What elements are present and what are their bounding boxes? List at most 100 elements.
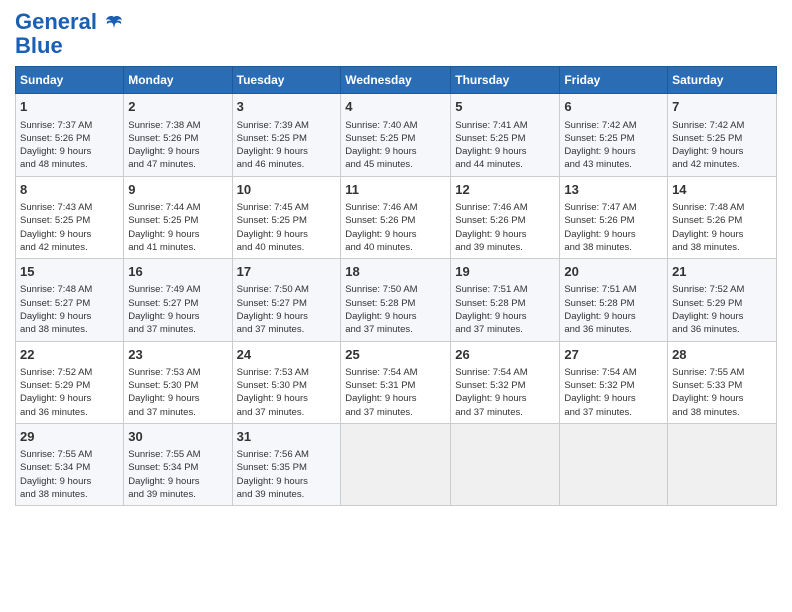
calendar-cell: 3Sunrise: 7:39 AMSunset: 5:25 PMDaylight… <box>232 94 341 176</box>
calendar-cell <box>560 423 668 505</box>
logo-general: General <box>15 10 123 34</box>
day-info-line: Daylight: 9 hours <box>128 228 227 241</box>
day-info-line: Sunset: 5:28 PM <box>345 297 446 310</box>
day-info-line: Sunrise: 7:55 AM <box>672 366 772 379</box>
day-info-line: Sunset: 5:26 PM <box>20 132 119 145</box>
day-number: 15 <box>20 263 119 281</box>
day-number: 26 <box>455 346 555 364</box>
day-info-line: Sunset: 5:25 PM <box>455 132 555 145</box>
day-info-line: Daylight: 9 hours <box>564 310 663 323</box>
calendar-cell: 31Sunrise: 7:56 AMSunset: 5:35 PMDayligh… <box>232 423 341 505</box>
logo-bird-icon <box>105 14 123 32</box>
day-info-line: Sunset: 5:26 PM <box>564 214 663 227</box>
day-number: 22 <box>20 346 119 364</box>
day-info-line: and 38 minutes. <box>672 406 772 419</box>
day-info-line: Sunrise: 7:52 AM <box>20 366 119 379</box>
calendar-cell: 6Sunrise: 7:42 AMSunset: 5:25 PMDaylight… <box>560 94 668 176</box>
day-info-line: Daylight: 9 hours <box>345 310 446 323</box>
day-number: 27 <box>564 346 663 364</box>
day-number: 28 <box>672 346 772 364</box>
calendar-cell: 4Sunrise: 7:40 AMSunset: 5:25 PMDaylight… <box>341 94 451 176</box>
calendar-week-row: 15Sunrise: 7:48 AMSunset: 5:27 PMDayligh… <box>16 259 777 341</box>
day-number: 14 <box>672 181 772 199</box>
calendar-cell: 24Sunrise: 7:53 AMSunset: 5:30 PMDayligh… <box>232 341 341 423</box>
calendar-cell: 2Sunrise: 7:38 AMSunset: 5:26 PMDaylight… <box>124 94 232 176</box>
day-info-line: Sunset: 5:28 PM <box>455 297 555 310</box>
day-info-line: Daylight: 9 hours <box>564 392 663 405</box>
day-info-line: Sunset: 5:26 PM <box>455 214 555 227</box>
day-info-line: Sunrise: 7:44 AM <box>128 201 227 214</box>
day-info-line: Sunset: 5:27 PM <box>128 297 227 310</box>
day-number: 8 <box>20 181 119 199</box>
day-info-line: Daylight: 9 hours <box>672 310 772 323</box>
day-number: 23 <box>128 346 227 364</box>
page-header: General Blue <box>15 10 777 58</box>
day-info-line: and 37 minutes. <box>237 323 337 336</box>
day-info-line: Sunrise: 7:42 AM <box>672 119 772 132</box>
day-info-line: and 37 minutes. <box>345 323 446 336</box>
day-info-line: and 41 minutes. <box>128 241 227 254</box>
weekday-header-monday: Monday <box>124 67 232 94</box>
day-info-line: and 39 minutes. <box>455 241 555 254</box>
day-info-line: and 46 minutes. <box>237 158 337 171</box>
day-info-line: Sunrise: 7:39 AM <box>237 119 337 132</box>
day-info-line: Daylight: 9 hours <box>20 392 119 405</box>
day-info-line: and 40 minutes. <box>345 241 446 254</box>
day-info-line: Daylight: 9 hours <box>237 392 337 405</box>
day-info-line: Daylight: 9 hours <box>237 228 337 241</box>
day-info-line: and 36 minutes. <box>564 323 663 336</box>
day-number: 3 <box>237 98 337 116</box>
day-number: 4 <box>345 98 446 116</box>
day-info-line: and 37 minutes. <box>128 323 227 336</box>
day-info-line: Sunset: 5:25 PM <box>237 132 337 145</box>
day-info-line: and 43 minutes. <box>564 158 663 171</box>
day-info-line: and 38 minutes. <box>672 241 772 254</box>
day-info-line: and 37 minutes. <box>564 406 663 419</box>
day-info-line: Daylight: 9 hours <box>672 145 772 158</box>
day-info-line: Sunrise: 7:43 AM <box>20 201 119 214</box>
day-info-line: Sunrise: 7:37 AM <box>20 119 119 132</box>
day-info-line: and 37 minutes. <box>345 406 446 419</box>
day-info-line: Sunset: 5:27 PM <box>237 297 337 310</box>
calendar-cell: 7Sunrise: 7:42 AMSunset: 5:25 PMDaylight… <box>668 94 777 176</box>
day-number: 13 <box>564 181 663 199</box>
day-info-line: and 48 minutes. <box>20 158 119 171</box>
day-info-line: and 37 minutes. <box>455 406 555 419</box>
calendar-cell: 22Sunrise: 7:52 AMSunset: 5:29 PMDayligh… <box>16 341 124 423</box>
calendar-cell: 30Sunrise: 7:55 AMSunset: 5:34 PMDayligh… <box>124 423 232 505</box>
day-info-line: and 42 minutes. <box>672 158 772 171</box>
day-info-line: Sunset: 5:25 PM <box>128 214 227 227</box>
calendar-cell: 20Sunrise: 7:51 AMSunset: 5:28 PMDayligh… <box>560 259 668 341</box>
day-info-line: Sunrise: 7:54 AM <box>455 366 555 379</box>
day-info-line: Sunset: 5:28 PM <box>564 297 663 310</box>
calendar-week-row: 29Sunrise: 7:55 AMSunset: 5:34 PMDayligh… <box>16 423 777 505</box>
day-info-line: Daylight: 9 hours <box>345 228 446 241</box>
day-info-line: Sunset: 5:25 PM <box>20 214 119 227</box>
day-info-line: Sunrise: 7:53 AM <box>237 366 337 379</box>
calendar-cell: 10Sunrise: 7:45 AMSunset: 5:25 PMDayligh… <box>232 176 341 258</box>
weekday-header-tuesday: Tuesday <box>232 67 341 94</box>
day-info-line: Sunrise: 7:55 AM <box>20 448 119 461</box>
day-info-line: and 40 minutes. <box>237 241 337 254</box>
day-info-line: Sunrise: 7:50 AM <box>345 283 446 296</box>
day-info-line: Daylight: 9 hours <box>237 475 337 488</box>
day-info-line: Sunrise: 7:51 AM <box>564 283 663 296</box>
day-info-line: Sunrise: 7:50 AM <box>237 283 337 296</box>
day-info-line: Daylight: 9 hours <box>20 145 119 158</box>
day-info-line: Sunset: 5:34 PM <box>20 461 119 474</box>
day-info-line: Sunset: 5:29 PM <box>672 297 772 310</box>
day-info-line: Daylight: 9 hours <box>128 392 227 405</box>
day-info-line: Sunrise: 7:53 AM <box>128 366 227 379</box>
weekday-header-thursday: Thursday <box>451 67 560 94</box>
day-info-line: Sunset: 5:27 PM <box>20 297 119 310</box>
calendar-cell: 13Sunrise: 7:47 AMSunset: 5:26 PMDayligh… <box>560 176 668 258</box>
day-info-line: Daylight: 9 hours <box>237 310 337 323</box>
day-info-line: Sunrise: 7:46 AM <box>455 201 555 214</box>
calendar-cell: 1Sunrise: 7:37 AMSunset: 5:26 PMDaylight… <box>16 94 124 176</box>
weekday-header-saturday: Saturday <box>668 67 777 94</box>
day-number: 11 <box>345 181 446 199</box>
page-container: General Blue SundayMondayTuesdayWednesda… <box>0 0 792 516</box>
calendar-cell: 14Sunrise: 7:48 AMSunset: 5:26 PMDayligh… <box>668 176 777 258</box>
day-number: 7 <box>672 98 772 116</box>
day-info-line: Daylight: 9 hours <box>672 392 772 405</box>
